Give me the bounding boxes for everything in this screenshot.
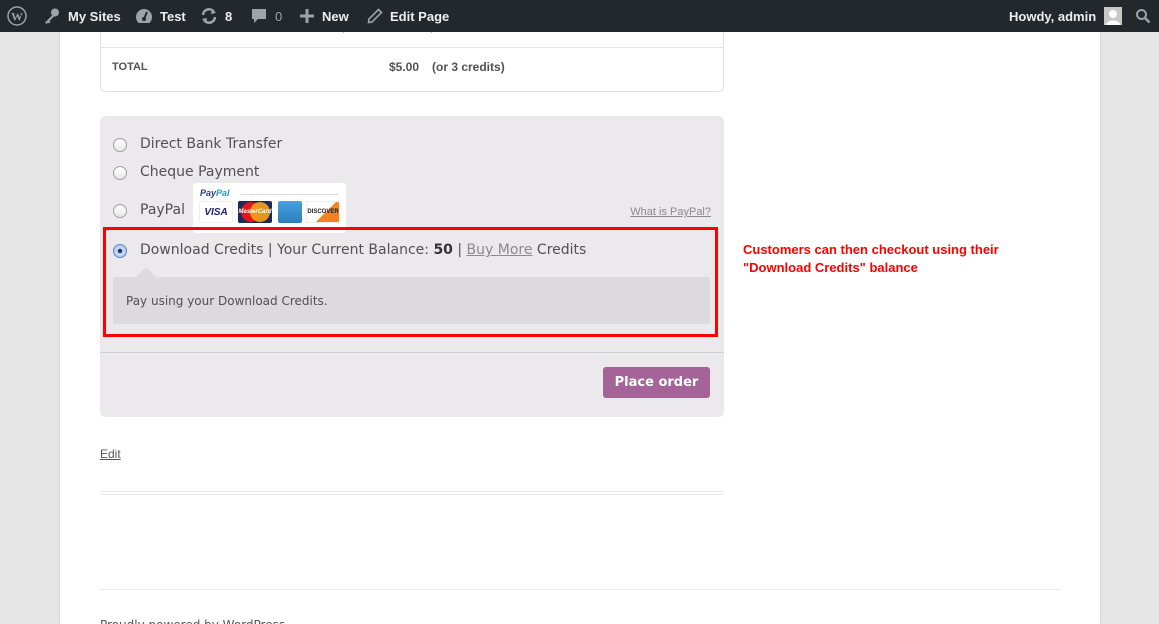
comments-count: 0 <box>275 8 283 24</box>
edit-page-menu[interactable]: Edit Page <box>367 0 449 32</box>
greeting-label: Howdy, admin <box>1009 8 1097 24</box>
payment-divider <box>100 352 724 353</box>
place-order-button[interactable]: Place order <box>603 367 710 398</box>
payment-methods-box: Direct Bank Transfer Cheque Payment PayP… <box>100 116 724 417</box>
edit-link[interactable]: Edit <box>100 447 121 461</box>
new-label: New <box>322 8 349 24</box>
annotation-highlight-box <box>103 227 718 337</box>
annotation-text: Customers can then checkout using their … <box>743 242 999 275</box>
total-credits: (or 3 credits) <box>432 60 505 74</box>
footer-credit[interactable]: Proudly powered by WordPress <box>100 618 285 624</box>
updates-icon <box>200 7 218 25</box>
comments-menu[interactable]: 0 <box>250 0 282 32</box>
site-name-menu[interactable]: Test <box>135 0 186 32</box>
my-sites-menu[interactable]: My Sites <box>43 0 121 32</box>
search-icon <box>1135 8 1151 24</box>
divider <box>241 194 338 195</box>
key-icon <box>43 7 61 25</box>
wordpress-menu[interactable]: W <box>7 0 34 32</box>
row-divider <box>101 47 723 48</box>
comment-icon <box>250 7 268 25</box>
method-label: PayPal <box>140 202 185 218</box>
plus-icon <box>299 8 315 24</box>
dashboard-icon <box>135 8 153 24</box>
footer-divider <box>100 589 1060 590</box>
radio-cheque[interactable] <box>113 166 127 180</box>
edit-page-label: Edit Page <box>390 8 450 24</box>
page-content: TOTAL $5.00 (or 3 credits) Direct Bank T… <box>60 30 1100 624</box>
what-is-paypal-link[interactable]: What is PayPal? <box>630 206 711 218</box>
wordpress-logo-icon: W <box>7 6 27 26</box>
content-divider <box>100 491 724 495</box>
paypal-acceptance-mark: PayPal VISA MasterCard DISCOVER <box>193 183 346 233</box>
site-name-label: Test <box>160 8 186 24</box>
total-label: TOTAL <box>112 61 148 73</box>
radio-bank-transfer[interactable] <box>113 138 127 152</box>
svg-text:W: W <box>11 10 23 24</box>
updates-menu[interactable]: 8 <box>200 0 232 32</box>
method-label: Cheque Payment <box>140 164 260 180</box>
mastercard-card-icon: MasterCard <box>238 201 272 223</box>
new-content-menu[interactable]: New <box>299 0 349 32</box>
method-label: Direct Bank Transfer <box>140 136 283 152</box>
amex-card-icon <box>278 201 302 223</box>
total-amount: $5.00 <box>389 60 420 74</box>
paypal-logo-icon: PayPal <box>200 188 230 198</box>
user-avatar-icon <box>1104 7 1123 25</box>
updates-count: 8 <box>225 8 233 24</box>
radio-paypal[interactable] <box>113 204 127 218</box>
search-button[interactable] <box>1135 0 1158 32</box>
pencil-icon <box>367 8 383 24</box>
my-account-menu[interactable]: Howdy, admin <box>1009 0 1123 32</box>
admin-bar: W My Sites Test 8 0 New Edit Page Howdy,… <box>0 0 1159 32</box>
discover-card-icon: DISCOVER <box>306 201 340 223</box>
order-totals-table: TOTAL $5.00 (or 3 credits) <box>100 30 724 92</box>
my-sites-label: My Sites <box>68 8 121 24</box>
visa-card-icon: VISA <box>199 201 233 223</box>
